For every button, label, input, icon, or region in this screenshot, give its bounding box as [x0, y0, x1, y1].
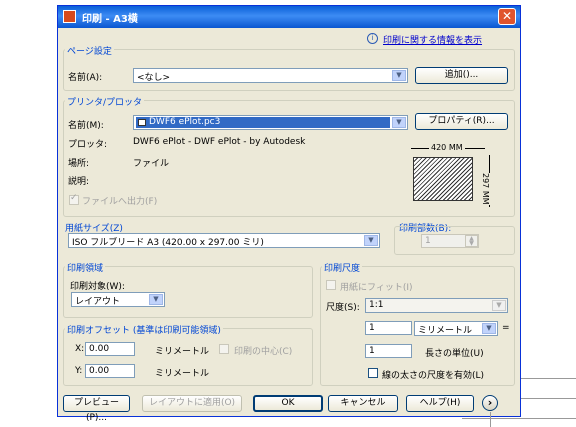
drawing-line: [521, 398, 576, 399]
app-icon: [63, 10, 76, 23]
scale-drawing-units-input[interactable]: 1: [365, 344, 412, 358]
scale-units-value: ミリメートル: [418, 326, 473, 336]
page-setup-name-select[interactable]: <なし> ▼: [133, 68, 408, 83]
center-plot-checkbox[interactable]: [219, 344, 229, 354]
printer-name-label: 名前(M):: [68, 121, 104, 131]
chevron-down-icon: ▼: [392, 117, 406, 128]
location-value: ファイル: [133, 159, 170, 169]
print-dialog: 印刷 - A3横 ✕ i 印刷に関する情報を表示 ページ設定 名前(A): <な…: [57, 5, 521, 423]
offset-y-input[interactable]: 0.00: [85, 364, 135, 378]
chevron-down-icon: ▼: [492, 300, 506, 311]
drawing-line: [521, 378, 576, 379]
plot-what-value: レイアウト: [75, 297, 121, 307]
scale-units-select[interactable]: ミリメートル ▼: [414, 321, 498, 336]
info-icon: i: [367, 33, 378, 44]
plot-offset-title: 印刷オフセット (基準は印刷可能領域): [65, 323, 223, 336]
page-setup-title: ページ設定: [65, 44, 114, 57]
paper-size-value: ISO フルブリード A3 (420.00 x 297.00 ミリ): [72, 238, 264, 248]
window-title: 印刷 - A3横: [82, 14, 138, 25]
close-button[interactable]: ✕: [498, 8, 516, 25]
chevron-down-icon: ▼: [482, 323, 496, 334]
offset-x-unit: ミリメートル: [155, 347, 210, 357]
add-button[interactable]: 追加()...: [415, 67, 508, 84]
printer-title: プリンタ/プロッタ: [65, 95, 145, 108]
expand-more-options-button[interactable]: ›: [482, 395, 498, 411]
offset-y-unit: ミリメートル: [155, 369, 210, 379]
paper-preview: 420 MM 297 MM: [403, 135, 503, 213]
apply-to-layout-button[interactable]: レイアウトに適用(O): [142, 395, 242, 412]
print-to-file-label: ファイルへ出力(F): [82, 197, 158, 207]
drawing-line: [490, 412, 491, 427]
drawing-units-label: 長さの単位(U): [425, 349, 484, 359]
title-bar[interactable]: 印刷 - A3横 ✕: [58, 6, 520, 28]
paper-preview-hatch: [413, 157, 473, 201]
copies-spinner[interactable]: ▲ ▼: [465, 235, 478, 247]
plot-what-label: 印刷対象(W):: [70, 282, 125, 292]
plot-scale-title: 印刷尺度: [322, 261, 363, 274]
preview-width-label: 420 MM: [429, 143, 465, 152]
scale-paper-units-input[interactable]: 1: [365, 321, 412, 335]
printer-name-select[interactable]: DWF6 ePlot.pc3 ▼: [133, 115, 408, 130]
center-plot-label: 印刷の中心(C): [234, 347, 293, 357]
plotter-value: DWF6 ePlot - DWF ePlot - by Autodesk: [133, 137, 306, 147]
scale-select[interactable]: 1:1 ▼: [365, 298, 508, 313]
chevron-down-icon: ▼: [392, 70, 406, 81]
plot-area-title: 印刷領域: [65, 261, 106, 274]
location-label: 場所:: [68, 159, 90, 169]
chevron-down-icon: ▼: [149, 294, 163, 305]
scale-value: 1:1: [369, 300, 384, 310]
plot-what-select[interactable]: レイアウト ▼: [71, 292, 165, 307]
preview-button[interactable]: プレビュー(P)...: [63, 395, 130, 423]
cancel-button[interactable]: キャンセル: [328, 395, 398, 412]
offset-x-input[interactable]: 0.00: [85, 342, 135, 356]
chevron-right-icon: ›: [487, 396, 493, 409]
preview-height-label: 297 MM: [481, 173, 490, 205]
equals-sign: =: [502, 323, 510, 333]
drawing-line: [462, 418, 576, 419]
plotter-icon: [138, 119, 146, 126]
ok-button[interactable]: OK: [253, 395, 323, 412]
description-label: 説明:: [68, 177, 90, 187]
help-link[interactable]: 印刷に関する情報を表示: [383, 33, 482, 46]
paper-size-select[interactable]: ISO フルブリード A3 (420.00 x 297.00 ミリ) ▼: [68, 233, 380, 248]
printer-name-value: DWF6 ePlot.pc3: [149, 117, 221, 127]
scale-label: 尺度(S):: [326, 303, 360, 313]
chevron-down-icon: ▼: [364, 235, 378, 246]
scale-lineweights-label: 線の太さの尺度を有効(L): [382, 371, 485, 381]
help-button[interactable]: ヘルプ(H): [406, 395, 474, 412]
checkmark-icon: ✓: [70, 193, 78, 203]
copies-value: 1: [425, 236, 431, 246]
fit-to-paper-checkbox[interactable]: [326, 280, 336, 290]
offset-x-label: X:: [75, 344, 85, 354]
fit-to-paper-label: 用紙にフィット(I): [340, 283, 413, 293]
offset-y-label: Y:: [75, 366, 83, 376]
properties-button[interactable]: プロパティ(R)...: [415, 113, 508, 130]
page-setup-name-label: 名前(A):: [68, 73, 103, 83]
page-setup-name-value: <なし>: [137, 73, 171, 83]
plotter-label: プロッタ:: [68, 140, 108, 150]
scale-lineweights-checkbox[interactable]: [368, 368, 378, 378]
